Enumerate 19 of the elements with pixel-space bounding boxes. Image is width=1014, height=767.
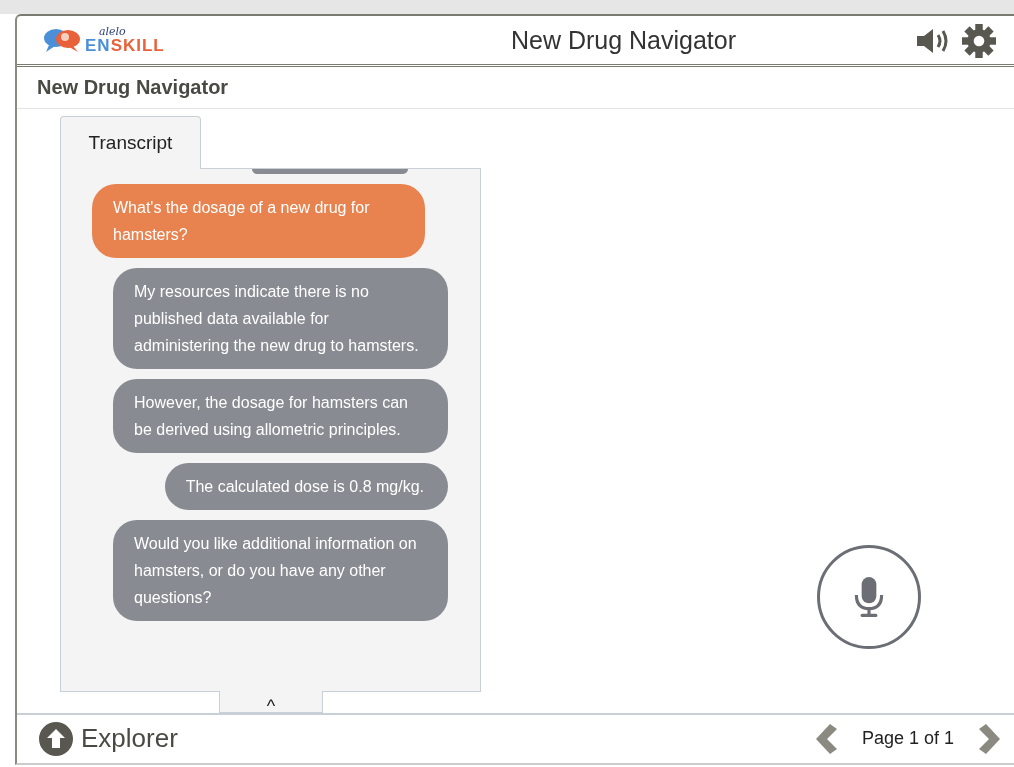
- collapse-handle[interactable]: ^: [219, 690, 323, 713]
- message-bubble: However, the dosage for hamsters can be derived using allometric principles.: [113, 378, 448, 453]
- message-bubble: My resources indicate there is no published data available for administering the new drug to hamsters.: [113, 267, 448, 369]
- explorer-button[interactable]: Explorer: [81, 723, 178, 755]
- speaker-icon[interactable]: [916, 28, 950, 54]
- message-bubble: What's the dosage of a new drug for hamsters?: [92, 183, 425, 258]
- page-title: New Drug Navigator: [37, 76, 229, 99]
- up-arrow-circle-icon[interactable]: [39, 721, 73, 756]
- previous-page-icon[interactable]: [813, 722, 838, 755]
- message-bubble: The calculated dose is 0.8 mg/kg.: [164, 462, 448, 510]
- logo-tagline: alelo: [99, 26, 127, 38]
- logo-wordmark: ENSKILL: [85, 37, 165, 55]
- page-indicator: Page 1 of 1: [861, 728, 954, 750]
- message-bubble: Would you like additional information on hamsters, or do you have any other questions?: [113, 519, 448, 621]
- transcript-tab[interactable]: Transcript: [60, 115, 201, 169]
- next-page-icon[interactable]: [978, 722, 1002, 755]
- microphone-icon: [853, 575, 885, 618]
- app-title: New Drug Navigator: [509, 25, 738, 55]
- speech-bubbles-icon: [43, 27, 83, 54]
